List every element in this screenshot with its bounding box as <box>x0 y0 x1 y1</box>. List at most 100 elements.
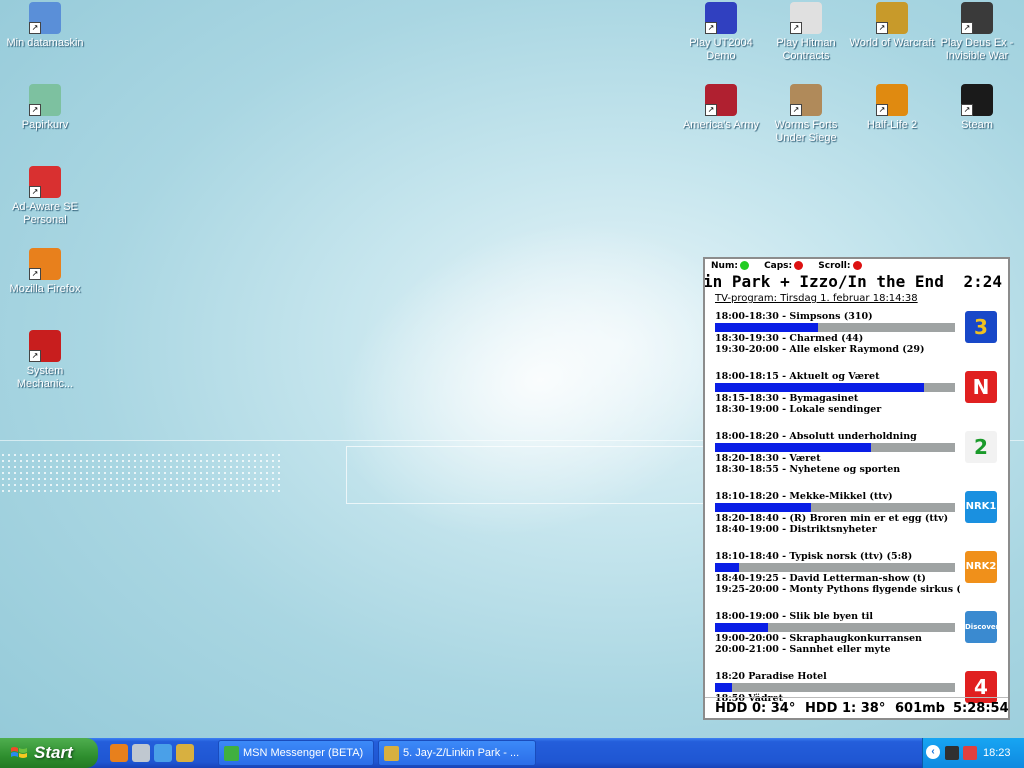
scroll-lock-led <box>852 261 862 270</box>
tray-app-icon[interactable] <box>945 746 959 760</box>
current-program: 18:00-18:20 - Absolutt underholdning <box>715 431 917 442</box>
shortcut-arrow-icon: ↗ <box>961 104 973 116</box>
tv2-logo-icon[interactable]: 2 <box>965 431 997 463</box>
tvnorge-logo-icon[interactable]: N <box>965 371 997 403</box>
shortcut-arrow-icon: ↗ <box>29 104 41 116</box>
later-program: 19:25-20:00 - Monty Pythons flygende sir… <box>715 584 960 595</box>
desktop-icon-label: Play Deus Ex - Invisible War <box>940 37 1014 62</box>
desktop-icon-2[interactable]: ↗ Ad-Aware SE Personal <box>0 166 90 227</box>
warcraft-icon: ↗ <box>876 2 908 34</box>
ie-quicklaunch-icon[interactable] <box>154 744 172 762</box>
start-button[interactable]: Start <box>0 738 98 768</box>
desktop-shortcut-4[interactable]: ↗ America's Army <box>676 84 766 132</box>
tv3-logo-icon[interactable]: 3 <box>965 311 997 343</box>
program-progress-bar <box>715 503 955 512</box>
desktop-icon-label: Play UT2004 Demo <box>689 37 753 62</box>
americas-army-icon: ↗ <box>705 84 737 116</box>
later-program: 19:30-20:00 - Alle elsker Raymond (29) <box>715 344 925 355</box>
start-label: Start <box>34 743 73 762</box>
nrk2-logo-icon[interactable]: NRK2 <box>965 551 997 583</box>
tv-channel-block: 18:10-18:20 - Mekke-Mikkel (ttv) 18:20-18… <box>715 491 1005 535</box>
num-lock-led <box>739 261 749 270</box>
shortcut-arrow-icon: ↗ <box>790 104 802 116</box>
windows-logo-icon <box>11 747 27 758</box>
taskbar-button-msn[interactable]: MSN Messenger (BETA) <box>218 740 374 766</box>
half-life-icon: ↗ <box>876 84 908 116</box>
system-tray: ‹ 18:23 <box>922 738 1024 768</box>
program-progress-fill <box>715 383 924 392</box>
next-program: 19:00-20:00 - Skraphaugkonkurransen <box>715 633 922 644</box>
program-progress-bar <box>715 323 955 332</box>
uptime: 5:28:54 <box>953 701 1009 716</box>
program-progress-bar <box>715 383 955 392</box>
my-computer-icon: ↗ <box>29 2 61 34</box>
msn-icon <box>224 746 239 761</box>
later-program: 18:30-19:00 - Lokale sendinger <box>715 404 882 415</box>
system-status-bar: HDD 0: 34° HDD 1: 38° 601mb 5:28:54 <box>705 697 1009 719</box>
desktop-shortcut-5[interactable]: ↗ Worms Forts Under Siege <box>761 84 851 145</box>
next-program: 18:20-18:30 - Været <box>715 453 821 464</box>
steam-icon: ↗ <box>961 84 993 116</box>
memory-usage: 601mb <box>895 701 945 716</box>
worms-icon: ↗ <box>790 84 822 116</box>
desktop-shortcut-7[interactable]: ↗ Steam <box>932 84 1022 132</box>
num-lock-label: Num: <box>711 261 738 271</box>
current-program: 18:10-18:40 - Typisk norsk (ttv) (5:8) <box>715 551 913 562</box>
drive-quicklaunch-icon[interactable] <box>132 744 150 762</box>
desktop-icon-3[interactable]: ↗ Mozilla Firefox <box>0 248 90 296</box>
desktop-icon-label: Worms Forts Under Siege <box>774 119 838 144</box>
winamp-icon <box>384 746 399 761</box>
desktop-icon-1[interactable]: ↗ Papirkurv <box>0 84 90 132</box>
tv-program-widget[interactable]: Num: Caps: Scroll: in Park + Izzo/In the… <box>703 257 1010 720</box>
tray-network-icon[interactable] <box>963 746 977 760</box>
now-playing-title: in Park + Izzo/In the End <box>705 272 944 291</box>
wallpaper-dots <box>0 452 280 492</box>
desktop-shortcut-0[interactable]: ↗ Play UT2004 Demo <box>676 2 766 63</box>
firefox-quicklaunch-icon[interactable] <box>110 744 128 762</box>
desktop-icon-label: Half-Life 2 <box>866 119 918 131</box>
shortcut-arrow-icon: ↗ <box>29 22 41 34</box>
now-playing-ticker: in Park + Izzo/In the End 2:24 <box>705 271 1008 291</box>
winamp-quicklaunch-icon[interactable] <box>176 744 194 762</box>
discovery-logo-icon[interactable]: Discovery <box>965 611 1004 643</box>
next-program: 18:40-19:25 - David Letterman-show (t) <box>715 573 926 584</box>
desktop-icon-4[interactable]: ↗ System Mechanic... <box>0 330 90 391</box>
nrk1-logo-icon[interactable]: NRK1 <box>965 491 997 523</box>
taskbar-button-winamp[interactable]: 5. Jay-Z/Linkin Park - ... <box>378 740 536 766</box>
caps-lock-label: Caps: <box>764 261 793 271</box>
shortcut-arrow-icon: ↗ <box>29 186 41 198</box>
shortcut-arrow-icon: ↗ <box>29 350 41 362</box>
desktop-shortcut-1[interactable]: ↗ Play Hitman Contracts <box>761 2 851 63</box>
tv-channel-block: 18:00-18:20 - Absolutt underholdning 18:2… <box>715 431 1005 475</box>
taskbar: Start MSN Messenger (BETA) 5. Jay-Z/Linki… <box>0 738 1024 768</box>
program-progress-fill <box>715 683 732 692</box>
current-program: 18:00-18:15 - Aktuelt og Været <box>715 371 880 382</box>
desktop-icon-0[interactable]: ↗ Min datamaskin <box>0 2 90 50</box>
desktop-icon-label: Mozilla Firefox <box>9 283 81 295</box>
desktop-shortcut-3[interactable]: ↗ Play Deus Ex - Invisible War <box>932 2 1022 63</box>
shortcut-arrow-icon: ↗ <box>790 22 802 34</box>
scroll-lock-label: Scroll: <box>818 261 851 271</box>
tv-channel-block: 18:00-18:15 - Aktuelt og Været 18:15-18:3… <box>715 371 1005 415</box>
desktop-icon-label: Steam <box>961 119 993 131</box>
tv-channel-block: 18:00-19:00 - Slik ble byen til 19:00-20:… <box>715 611 1005 655</box>
shortcut-arrow-icon: ↗ <box>876 104 888 116</box>
later-program: 18:30-18:55 - Nyhetene og sporten <box>715 464 901 475</box>
desktop-shortcut-2[interactable]: ↗ World of Warcraft <box>847 2 937 50</box>
tray-clock[interactable]: 18:23 <box>983 738 1011 768</box>
hitman-icon: ↗ <box>790 2 822 34</box>
current-program: 18:20 Paradise Hotel <box>715 671 827 682</box>
desktop-shortcut-6[interactable]: ↗ Half-Life 2 <box>847 84 937 132</box>
desktop-icon-label: Ad-Aware SE Personal <box>12 201 78 226</box>
shortcut-arrow-icon: ↗ <box>961 22 973 34</box>
shortcut-arrow-icon: ↗ <box>705 104 717 116</box>
tray-expand-icon[interactable]: ‹ <box>926 745 940 759</box>
taskbar-button-label: 5. Jay-Z/Linkin Park - ... <box>403 747 520 759</box>
taskbar-button-label: MSN Messenger (BETA) <box>243 747 364 759</box>
keyboard-leds: Num: Caps: Scroll: <box>711 261 874 271</box>
current-program: 18:00-19:00 - Slik ble byen til <box>715 611 873 622</box>
shortcut-arrow-icon: ↗ <box>705 22 717 34</box>
ad-aware-icon: ↗ <box>29 166 61 198</box>
tv-program-header[interactable]: TV-program: Tirsdag 1. februar 18:14:38 <box>715 293 918 304</box>
program-progress-fill <box>715 503 811 512</box>
